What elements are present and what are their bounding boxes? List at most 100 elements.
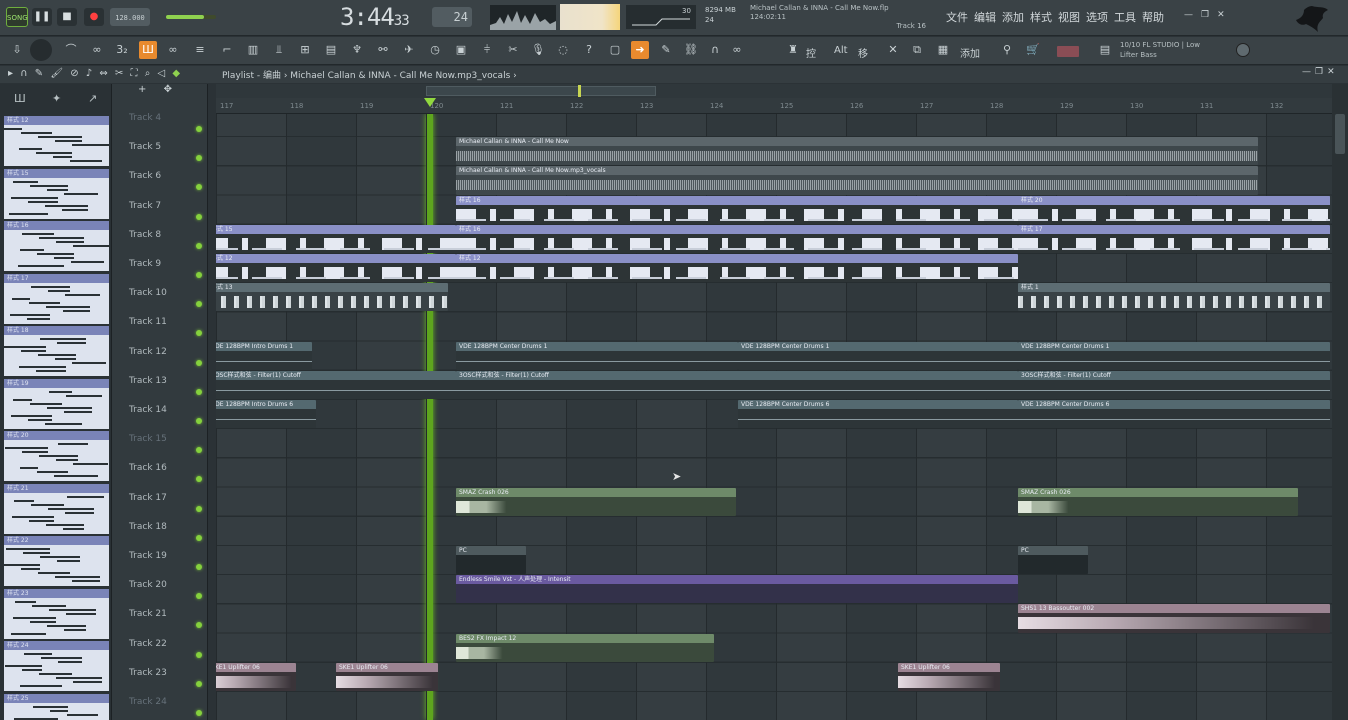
minimize-icon[interactable]: —	[1184, 10, 1193, 20]
bar-ruler[interactable]: 117 118 119 120 121 122 123 124 125 126 127 128 129 1…	[216, 98, 1332, 114]
track-header[interactable]: Track 11	[112, 311, 208, 340]
track-header[interactable]: Track 10	[112, 282, 208, 311]
picker-pattern[interactable]: 样式 15	[4, 168, 109, 219]
arrow-tool-icon[interactable]: ⌒	[62, 41, 80, 59]
track-header[interactable]: Track 23	[112, 662, 208, 691]
automation-icon[interactable]: ↗	[88, 92, 97, 105]
playlist-clip[interactable]: SHS1 13 Bassoutter 002	[1018, 604, 1330, 633]
plug-icon[interactable]: ♆	[348, 41, 366, 59]
track-mute-led[interactable]	[196, 476, 202, 483]
playlist-clip[interactable]: SMAZ Crash 026	[1018, 487, 1298, 516]
track-header[interactable]: Track 19	[112, 545, 208, 574]
track-mute-led[interactable]	[196, 155, 202, 162]
playlist-clip[interactable]: VDE 128BPM Center Drums 1	[456, 341, 738, 370]
playhead-marker[interactable]	[424, 98, 436, 107]
picker-pattern[interactable]: 样式 22	[4, 536, 109, 586]
track-mute-led[interactable]	[196, 213, 202, 220]
close-icon[interactable]: ✕	[1217, 10, 1225, 20]
draw-tool-icon[interactable]: ✎	[35, 68, 45, 79]
track-mute-led[interactable]	[196, 359, 202, 366]
track-mute-led[interactable]	[196, 242, 202, 249]
track-header[interactable]: Track 14	[112, 399, 208, 428]
metronome-icon[interactable]: Ш	[139, 41, 157, 59]
track-mute-led[interactable]	[196, 564, 202, 570]
master-volume-slider[interactable]	[166, 15, 216, 19]
track-header[interactable]: Track 5	[112, 136, 208, 165]
track-mute-led[interactable]	[196, 447, 202, 454]
playlist-clip[interactable]: 样式 15	[216, 224, 456, 253]
snap-icon[interactable]: ⇩	[8, 41, 26, 59]
playlist-clip[interactable]: Michael Callan & INNA - Call Me Now	[456, 137, 1258, 166]
playlist-clip[interactable]: 样式 13	[216, 283, 448, 312]
chat-icon[interactable]: ◌	[554, 41, 572, 59]
chain-icon[interactable]: ⛓	[682, 41, 700, 59]
paste-icon[interactable]: ▦	[934, 41, 952, 59]
track-mute-led[interactable]	[196, 710, 202, 716]
move-icon[interactable]: ✥	[164, 84, 172, 95]
pause-icon[interactable]: ❚❚	[32, 8, 52, 26]
playlist-clip[interactable]: BES2 FX Impact 12	[456, 633, 714, 662]
slip-tool-icon[interactable]: ⇔	[99, 68, 109, 79]
track-header[interactable]: Track 4	[112, 107, 208, 136]
playlist-clip[interactable]: 样式 16	[456, 224, 1018, 253]
menu-item-5[interactable]: 选项	[1086, 9, 1108, 25]
tempo-display[interactable]: 128.000	[110, 8, 150, 26]
menu-arrow-icon[interactable]: ▸	[8, 68, 15, 79]
restore-icon[interactable]: ❐	[1201, 10, 1209, 20]
playlist-clip[interactable]: 3OSC样式和弦 - Filter(1) Cutoff	[456, 370, 1018, 399]
playlist-clip-fragment[interactable]	[404, 546, 412, 574]
playlist-maximize-icon[interactable]: ❐	[1315, 67, 1327, 77]
file-icon[interactable]: ▤	[322, 41, 340, 59]
playlist-clip[interactable]: VDE 128BPM Intro Drums 1	[216, 341, 312, 370]
track-header[interactable]: Track 16	[112, 457, 208, 486]
move-label[interactable]: 移	[858, 45, 868, 60]
playlist-clip[interactable]: VDE 128BPM Center Drums 6	[1018, 400, 1330, 429]
playlist-clip-fragment[interactable]	[392, 312, 412, 340]
add-track-icon[interactable]: +	[138, 84, 146, 95]
track-mute-led[interactable]	[196, 680, 202, 687]
track-header[interactable]: Track 15	[112, 428, 208, 457]
track-header[interactable]: Track 8	[112, 224, 208, 253]
track-mute-led[interactable]	[196, 184, 202, 191]
track-mute-led[interactable]	[196, 651, 202, 658]
stamp-icon[interactable]: ♜	[784, 41, 802, 59]
track-mute-led[interactable]	[196, 126, 202, 132]
playlist-clip[interactable]: 样式 12	[456, 254, 1018, 283]
track-header[interactable]: Track 9	[112, 253, 208, 282]
piano-roll-icon[interactable]: Ш	[14, 92, 26, 105]
copy-icon[interactable]: ⧉	[908, 41, 926, 59]
playlist-clip[interactable]: SKE1 Uplifter 06	[898, 662, 1000, 691]
picker-pattern[interactable]: 样式 18	[4, 326, 109, 376]
menu-item-1[interactable]: 编辑	[974, 9, 996, 25]
menu-item-0[interactable]: 文件	[946, 9, 968, 25]
record-icon[interactable]: ●	[84, 8, 104, 26]
select-tool-icon[interactable]: ⛶	[131, 68, 140, 79]
picker-pattern[interactable]: 样式 12	[4, 116, 109, 166]
playlist-icon[interactable]: ⌐	[218, 41, 236, 59]
magnet-tool-icon[interactable]: ∩	[20, 68, 29, 79]
playlist-clip[interactable]: VDE 128BPM Center Drums 1	[1018, 341, 1330, 370]
picker-pattern[interactable]: 样式 21	[4, 483, 109, 534]
delete-tool-icon[interactable]: ⊘	[70, 68, 80, 79]
playlist-clip[interactable]: VDE 128BPM Intro Drums 6	[216, 400, 316, 429]
picker-pattern[interactable]: 样式 19	[4, 378, 109, 429]
link-label[interactable]: 控	[806, 45, 816, 60]
playlist-clip-fragment[interactable]	[296, 312, 316, 340]
brush-icon[interactable]: ✎	[657, 41, 675, 59]
playlist-clip[interactable]: PC	[1018, 546, 1088, 575]
track-header[interactable]: Track 7	[112, 195, 208, 224]
window-icon[interactable]: ▢	[606, 41, 624, 59]
playlist-arrow-icon[interactable]: ◆	[172, 68, 182, 79]
scrollbar-thumb[interactable]	[1335, 114, 1345, 154]
picker-pattern[interactable]: 样式 23	[4, 588, 109, 639]
cut-icon[interactable]: ✂	[504, 41, 522, 59]
playlist-clip-fragment[interactable]	[366, 312, 386, 340]
playlist-clip-fragment[interactable]	[438, 312, 456, 340]
playlist-clip[interactable]: VDE 128BPM Center Drums 6	[738, 400, 1018, 429]
channel-rack-icon[interactable]: ⫫	[270, 41, 288, 59]
link-icon[interactable]: ⚯	[374, 41, 392, 59]
playlist-minimize-icon[interactable]: —	[1302, 67, 1315, 77]
track-mute-led[interactable]	[196, 505, 202, 512]
mute-tool-icon[interactable]: ♪	[86, 68, 94, 79]
playlist-clip-fragment[interactable]	[422, 546, 430, 574]
